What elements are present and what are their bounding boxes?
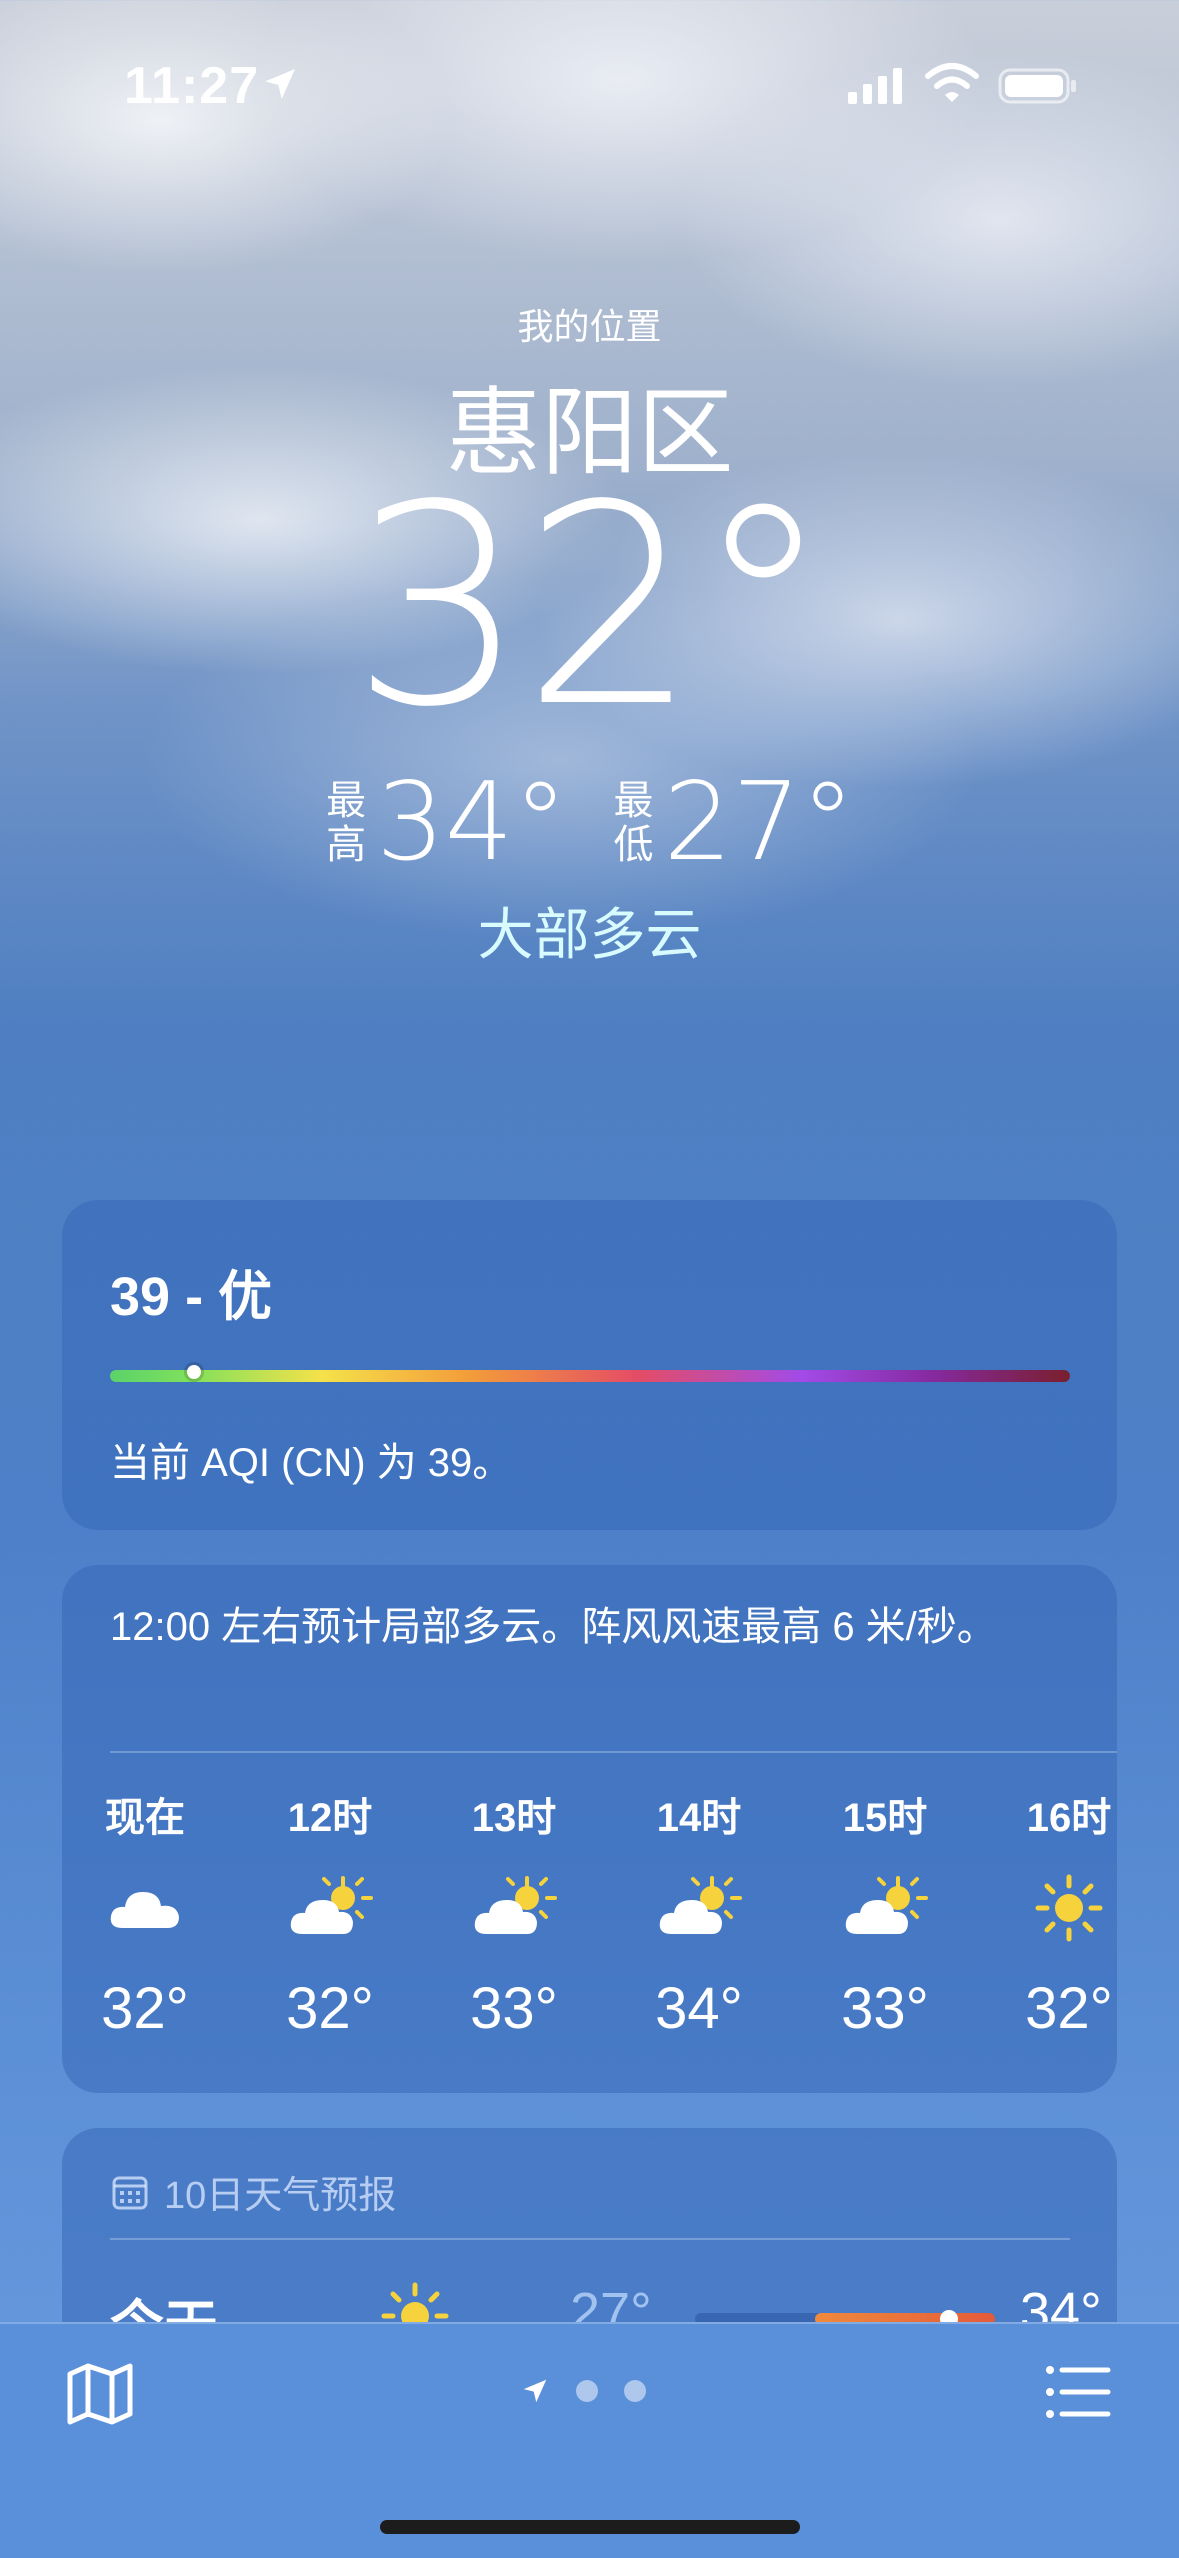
location-arrow-icon xyxy=(265,69,295,99)
hour-time: 15时 xyxy=(842,1796,928,1840)
hour-time: 14时 xyxy=(656,1796,742,1840)
high-label: 最高 xyxy=(326,778,367,867)
hour-item: 16时 32° xyxy=(994,1785,1117,2042)
hour-item: 13时 33° xyxy=(439,1785,589,2042)
high-temp: 最高 34° xyxy=(324,760,567,885)
map-icon[interactable] xyxy=(64,2360,136,2426)
divider xyxy=(110,1751,1117,1753)
aqi-level-marker xyxy=(186,1365,201,1379)
current-temperature: 32° xyxy=(350,447,832,768)
hour-temp: 32° xyxy=(101,1976,189,2041)
divider xyxy=(110,2238,1070,2240)
hour-item: 15时 33° xyxy=(810,1785,960,2042)
hour-temp: 34° xyxy=(655,1976,743,2041)
hour-time: 16时 xyxy=(1026,1796,1112,1840)
partly-sunny-icon xyxy=(439,1863,589,1953)
partly-sunny-icon xyxy=(624,1863,774,1953)
high-value: 34° xyxy=(376,760,568,885)
hour-temp: 33° xyxy=(470,1976,558,2041)
cellular-signal-icon xyxy=(848,68,902,104)
hour-item: 12时 32° xyxy=(255,1785,405,2042)
page-dot[interactable] xyxy=(576,2380,598,2402)
wifi-icon xyxy=(925,63,979,102)
aqi-card[interactable]: 39 - 优 当前 AQI (CN) 为 39。 xyxy=(62,1200,1117,1530)
hourly-summary: 12:00 左右预计局部多云。阵风风速最高 6 米/秒。 xyxy=(110,1605,997,1649)
location-arrow-icon[interactable] xyxy=(520,2376,550,2406)
hour-time: 12时 xyxy=(287,1796,373,1840)
aqi-scale-bar xyxy=(110,1365,1070,1382)
my-location-label: 我的位置 xyxy=(517,306,662,347)
hourly-forecast-card[interactable]: 12:00 左右预计局部多云。阵风风速最高 6 米/秒。 现在 32° 12时 … xyxy=(62,1565,1117,2093)
low-temp: 最低 27° xyxy=(612,760,855,885)
hour-time: 13时 xyxy=(471,1796,557,1840)
hour-temp: 32° xyxy=(286,1976,374,2041)
high-low-row: 最高 34° 最低 27° xyxy=(0,760,1179,885)
ten-day-title: 10日天气预报 xyxy=(164,2175,397,2217)
calendar-icon xyxy=(112,2176,148,2209)
home-indicator[interactable] xyxy=(380,2520,800,2534)
status-time: 11:27 xyxy=(124,57,260,115)
low-label: 最低 xyxy=(613,778,654,867)
condition-text: 大部多云 xyxy=(477,903,702,966)
hourly-scroller[interactable]: 现在 32° 12时 32° 13时 33° 14时 34° 15时 33° 1… xyxy=(62,1785,1117,2065)
hour-item: 现在 32° xyxy=(70,1785,220,2042)
page-indicator[interactable] xyxy=(520,2376,646,2406)
bottom-toolbar xyxy=(0,2322,1179,2558)
battery-icon xyxy=(998,68,1076,104)
aqi-description: 当前 AQI (CN) 为 39。 xyxy=(110,1441,513,1485)
partly-sunny-icon xyxy=(255,1863,405,1953)
hour-temp: 33° xyxy=(841,1976,929,2041)
hour-time: 现在 xyxy=(105,1796,185,1840)
partly-sunny-icon xyxy=(810,1863,960,1953)
hour-item: 14时 34° xyxy=(624,1785,774,2042)
sun-icon xyxy=(994,1863,1117,1953)
cloud-icon xyxy=(70,1863,220,1953)
aqi-title: 39 - 优 xyxy=(110,1267,273,1327)
ten-day-header: 10日天气预报 xyxy=(110,2164,396,2219)
low-value: 27° xyxy=(663,760,855,885)
list-icon[interactable] xyxy=(1044,2362,1112,2422)
page-dot[interactable] xyxy=(624,2380,646,2402)
hour-temp: 32° xyxy=(1025,1976,1113,2041)
status-bar: 11:27 xyxy=(0,0,1179,160)
